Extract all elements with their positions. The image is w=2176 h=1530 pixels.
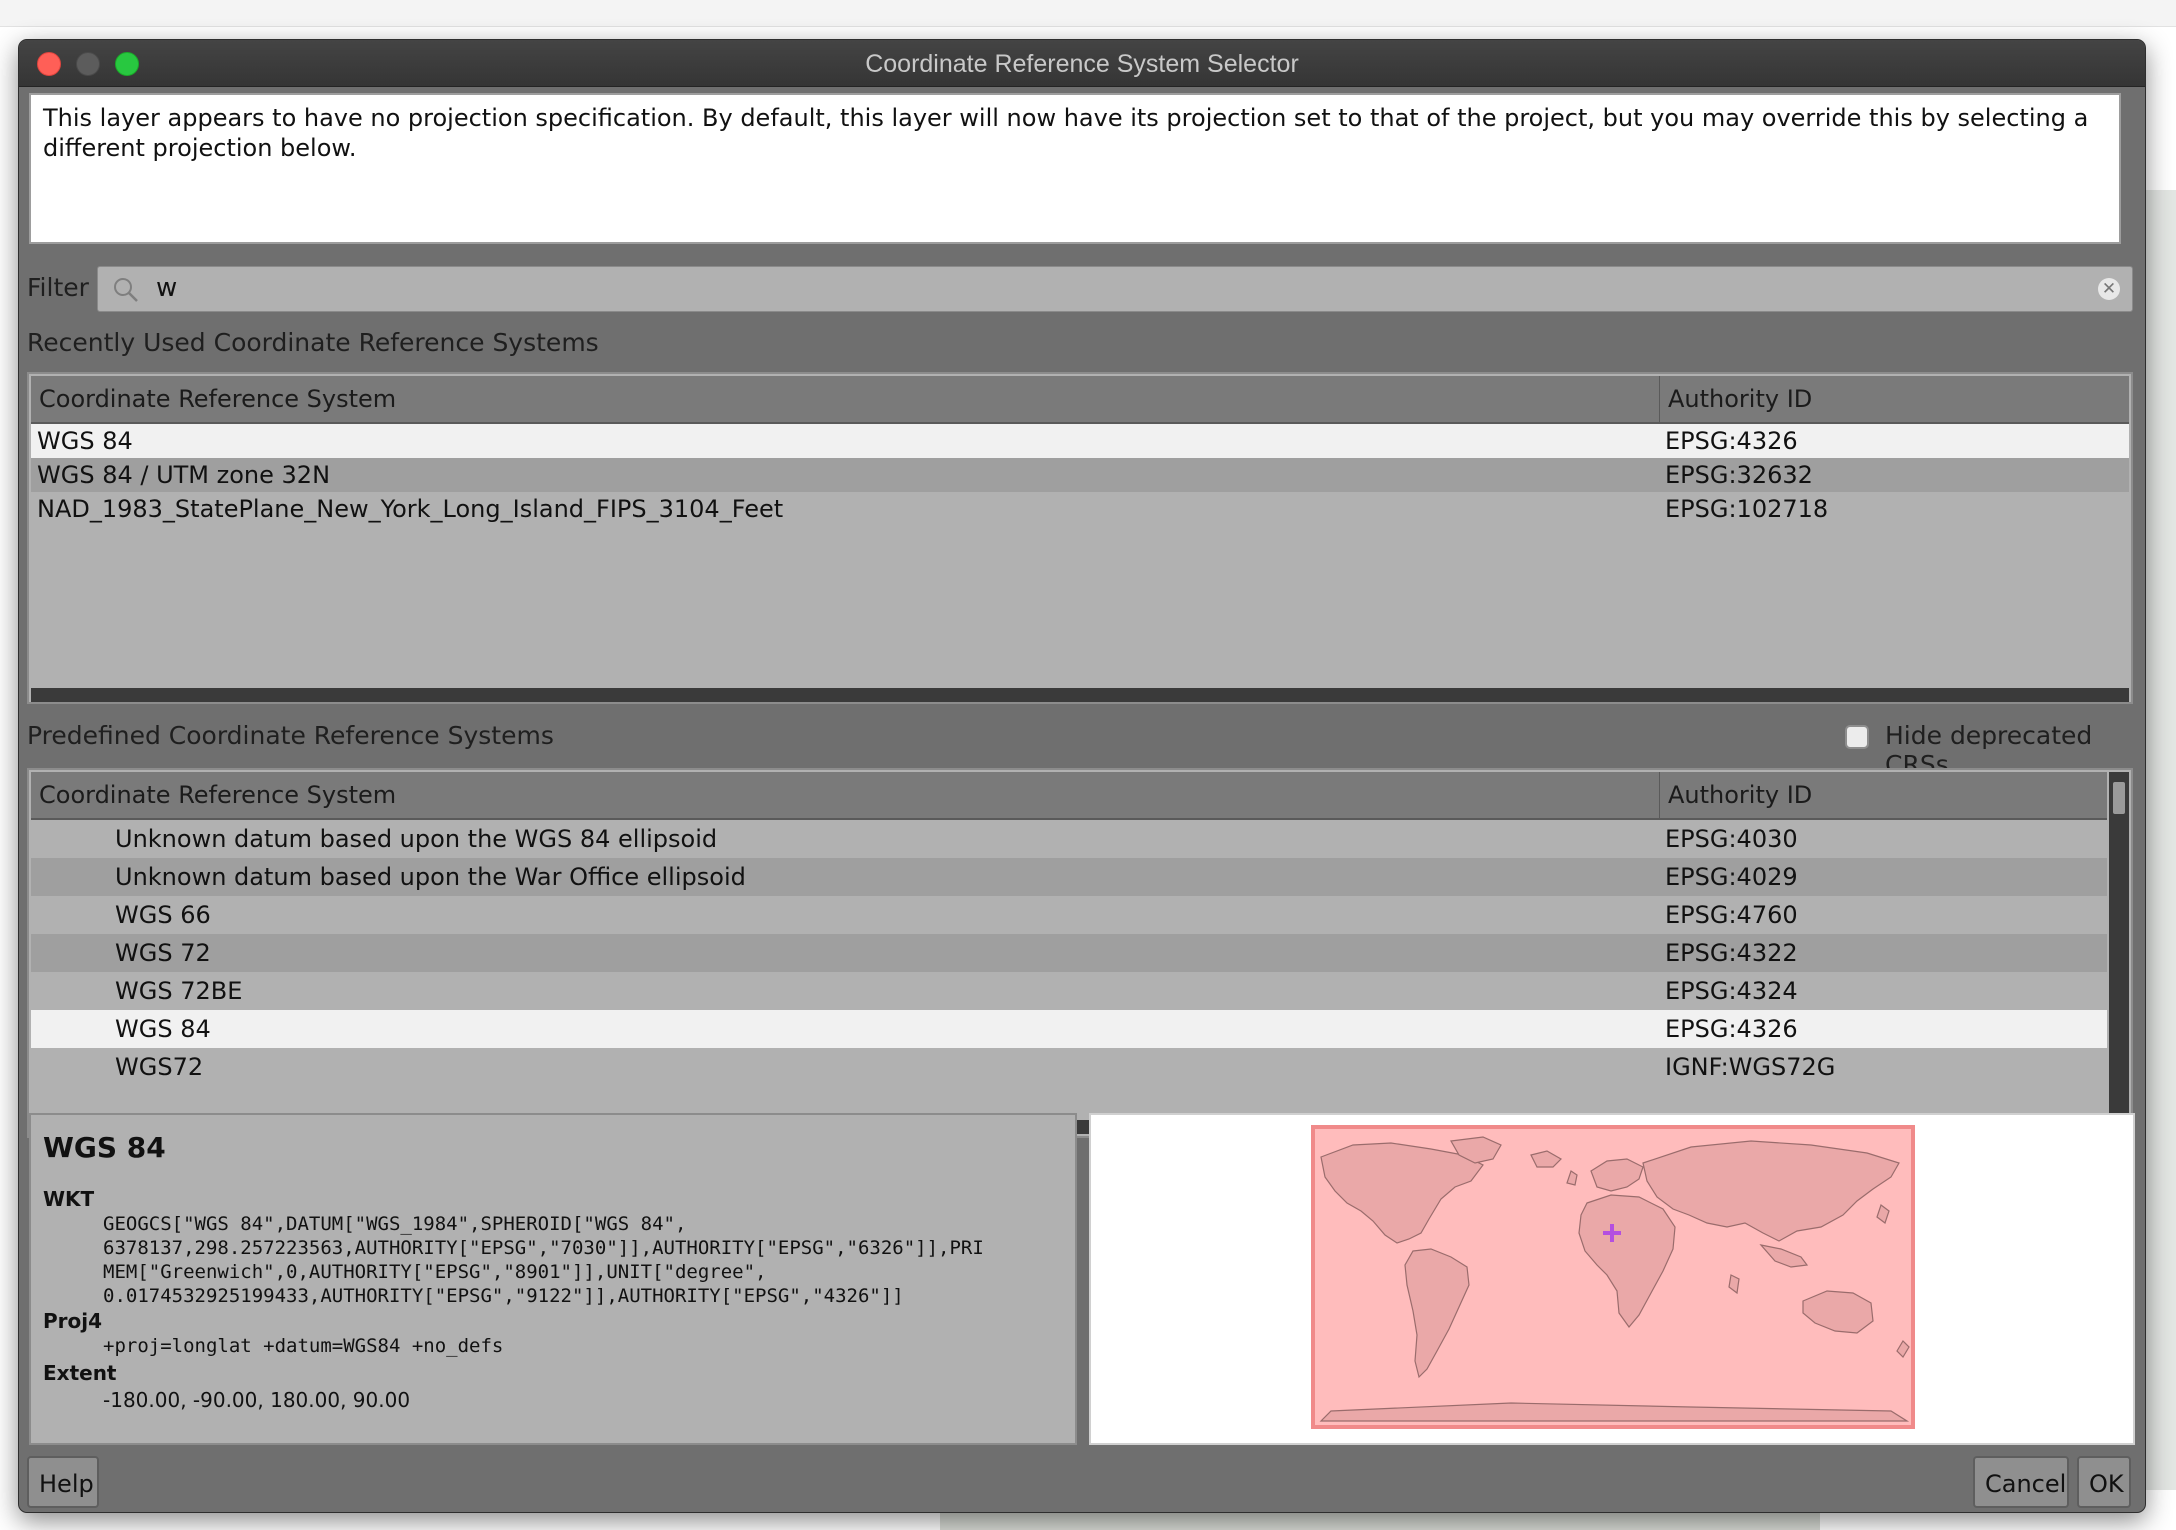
table-row[interactable]: WGS 72BE EPSG:4324 — [31, 972, 2107, 1010]
wkt-text: GEOGCS["WGS 84",DATUM["WGS_1984",SPHEROI… — [103, 1213, 984, 1307]
table-row[interactable]: Unknown datum based upon the WGS 84 elli… — [31, 820, 2107, 858]
table-row[interactable]: WGS 84 EPSG:4326 — [31, 1010, 2107, 1048]
filter-label: Filter — [27, 273, 89, 302]
recent-table-header: Coordinate Reference System Authority ID — [31, 376, 2129, 424]
filter-value: w — [156, 273, 178, 303]
horizontal-scrollbar[interactable] — [31, 688, 2129, 702]
table-row[interactable]: Unknown datum based upon the War Office … — [31, 858, 2107, 896]
title-bar: Coordinate Reference System Selector — [19, 40, 2145, 87]
scrollbar-thumb[interactable] — [2113, 782, 2125, 814]
table-row[interactable]: WGS72 IGNF:WGS72G — [31, 1048, 2107, 1086]
authority-id-cell: EPSG:102718 — [1665, 495, 1829, 523]
table-row[interactable]: WGS 72 EPSG:4322 — [31, 934, 2107, 972]
crs-name-cell: WGS 84 — [115, 1015, 211, 1043]
wkt-label: WKT — [43, 1187, 95, 1211]
table-row[interactable]: WGS 84 EPSG:4326 — [31, 424, 2129, 458]
column-header-crs[interactable]: Coordinate Reference System — [31, 772, 1659, 818]
world-map — [1091, 1115, 2133, 1443]
recent-crs-heading: Recently Used Coordinate Reference Syste… — [27, 328, 599, 357]
predefined-table-header: Coordinate Reference System Authority ID — [31, 772, 2107, 820]
authority-id-cell: EPSG:4326 — [1665, 427, 1798, 455]
filter-input[interactable]: w ✕ — [97, 266, 2133, 312]
projection-message: This layer appears to have no projection… — [29, 93, 2121, 244]
proj4-text: +proj=longlat +datum=WGS84 +no_defs — [103, 1335, 504, 1357]
table-row[interactable]: NAD_1983_StatePlane_New_York_Long_Island… — [31, 492, 2129, 526]
predefined-crs-table: Coordinate Reference System Authority ID… — [27, 768, 2133, 1138]
crs-selector-dialog: Coordinate Reference System Selector Thi… — [18, 39, 2146, 1513]
table-row[interactable]: WGS 66 EPSG:4760 — [31, 896, 2107, 934]
crs-name-cell: Unknown datum based upon the WGS 84 elli… — [115, 825, 718, 853]
authority-id-cell: EPSG:4029 — [1665, 863, 1798, 891]
hide-deprecated-checkbox[interactable] — [1845, 725, 1869, 749]
selected-crs-name: WGS 84 — [43, 1131, 166, 1164]
crs-name-cell: WGS 72 — [115, 939, 211, 967]
desktop-background — [0, 0, 2176, 27]
crs-name-cell: Unknown datum based upon the War Office … — [115, 863, 746, 891]
extent-map-preview — [1089, 1113, 2135, 1445]
predefined-crs-heading: Predefined Coordinate Reference Systems — [27, 721, 554, 750]
authority-id-cell: IGNF:WGS72G — [1665, 1053, 1836, 1081]
vertical-scrollbar[interactable] — [2109, 772, 2129, 1136]
clear-filter-icon[interactable]: ✕ — [2098, 278, 2120, 300]
search-icon — [114, 278, 138, 302]
extent-label: Extent — [43, 1361, 117, 1385]
window-title: Coordinate Reference System Selector — [865, 50, 1299, 78]
recent-crs-table: Coordinate Reference System Authority ID… — [27, 372, 2133, 704]
column-header-crs[interactable]: Coordinate Reference System — [31, 376, 1659, 422]
crs-name-cell: WGS 84 — [37, 427, 133, 455]
authority-id-cell: EPSG:32632 — [1665, 461, 1813, 489]
column-header-authority-id[interactable]: Authority ID — [1659, 772, 2107, 818]
table-row[interactable]: WGS 84 / UTM zone 32N EPSG:32632 — [31, 458, 2129, 492]
crs-name-cell: WGS 66 — [115, 901, 211, 929]
crs-name-cell: NAD_1983_StatePlane_New_York_Long_Island… — [37, 495, 784, 523]
authority-id-cell: EPSG:4760 — [1665, 901, 1798, 929]
crs-name-cell: WGS 84 / UTM zone 32N — [37, 461, 331, 489]
cancel-button[interactable]: Cancel — [1973, 1456, 2069, 1508]
proj4-label: Proj4 — [43, 1309, 103, 1333]
authority-id-cell: EPSG:4322 — [1665, 939, 1798, 967]
help-button[interactable]: Help — [27, 1456, 99, 1508]
authority-id-cell: EPSG:4324 — [1665, 977, 1798, 1005]
authority-id-cell: EPSG:4030 — [1665, 825, 1798, 853]
crs-name-cell: WGS72 — [115, 1053, 204, 1081]
ok-button[interactable]: OK — [2077, 1456, 2131, 1508]
column-header-authority-id[interactable]: Authority ID — [1659, 376, 2129, 422]
crs-details-panel: WGS 84 WKT GEOGCS["WGS 84",DATUM["WGS_19… — [29, 1113, 1077, 1445]
authority-id-cell: EPSG:4326 — [1665, 1015, 1798, 1043]
extent-text: -180.00, -90.00, 180.00, 90.00 — [103, 1388, 411, 1412]
crs-name-cell: WGS 72BE — [115, 977, 243, 1005]
